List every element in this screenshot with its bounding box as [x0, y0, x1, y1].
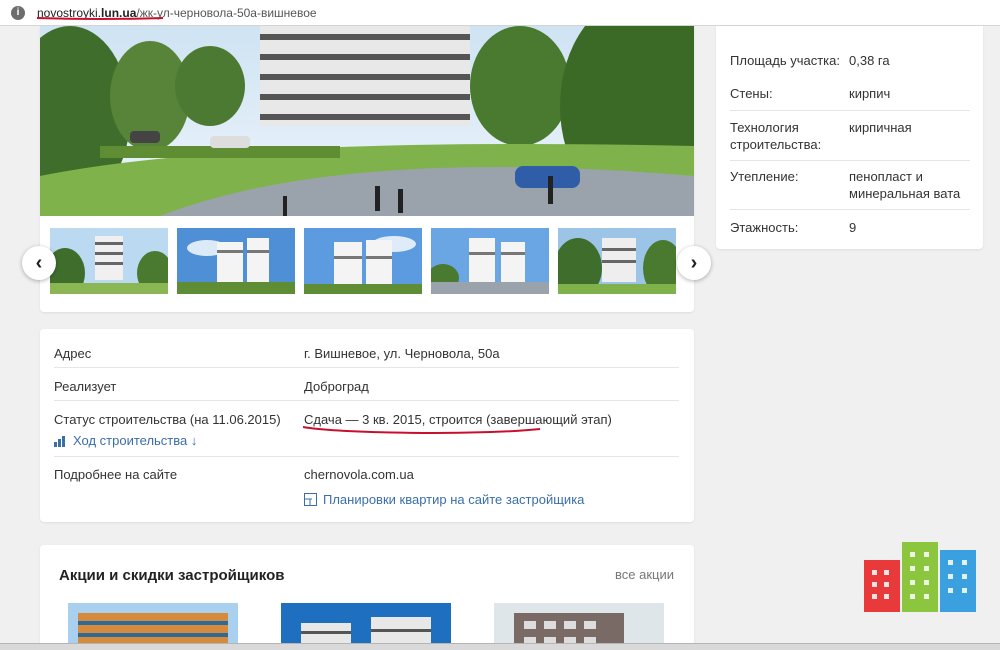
gallery-next-button[interactable]: ›: [677, 246, 711, 280]
info-icon[interactable]: i: [11, 5, 25, 20]
site-logo: [864, 542, 976, 612]
spec-label: Стены:: [730, 86, 773, 101]
thumbnail[interactable]: [304, 228, 422, 294]
developer-label: Реализует: [54, 379, 117, 394]
progress-link[interactable]: Ход строительства ↓: [54, 433, 197, 448]
status-red-underline: [302, 426, 541, 435]
spec-label: Площадь участка:: [730, 53, 840, 68]
thumbnail[interactable]: [177, 228, 295, 294]
info-row-address: Адрес г. Вишневое, ул. Черновола, 50а: [54, 329, 679, 368]
chevron-left-icon: ‹: [35, 251, 43, 274]
floor-plans-link-label: Планировки квартир на сайте застройщика: [323, 492, 585, 507]
taskbar-strip: [0, 643, 1000, 650]
website-label: Подробнее на сайте: [54, 467, 178, 482]
specs-card: Площадь участка: 0,38 га Стены: кирпич Т…: [716, 26, 983, 249]
thumbnail[interactable]: [558, 228, 676, 294]
promotions-card: Акции и скидки застройщиков все акции: [40, 545, 694, 650]
floor-plan-icon: [304, 493, 317, 506]
thumbnail-strip: [50, 228, 680, 294]
floor-plans-link[interactable]: Планировки квартир на сайте застройщика: [304, 492, 584, 507]
address-label: Адрес: [54, 346, 92, 361]
photo-gallery: ‹ ›: [22, 26, 711, 312]
spec-row: Этажность: 9: [730, 209, 970, 247]
address-value: г. Вишневое, ул. Черновола, 50а: [304, 346, 500, 361]
thumbnail[interactable]: [50, 228, 168, 294]
thumbnail[interactable]: [431, 228, 549, 294]
spec-label: Технология строительства:: [730, 120, 822, 152]
status-label: Статус строительства (на 11.06.2015): [54, 412, 281, 427]
spec-value: 0,38 га: [849, 53, 890, 68]
info-row-developer: Реализует Доброград: [54, 368, 679, 401]
website-link[interactable]: chernovola.com.ua: [304, 467, 414, 482]
info-row-website: Подробнее на сайте chernovola.com.ua Пла…: [54, 457, 679, 517]
bar-chart-icon: [54, 435, 65, 447]
url-red-underline: [36, 17, 164, 20]
spec-label: Утепление:: [730, 169, 799, 184]
gallery-prev-button[interactable]: ‹: [22, 246, 56, 280]
spec-value: кирпичная: [849, 120, 912, 135]
project-info-card: Адрес г. Вишневое, ул. Черновола, 50а Ре…: [40, 329, 694, 522]
progress-link-label: Ход строительства ↓: [73, 433, 198, 448]
spec-row: Утепление: пенопласт и минеральная вата: [730, 160, 970, 210]
address-bar[interactable]: i novostroyki.lun.ua/жк-ул-черновола-50а…: [0, 0, 1000, 26]
all-promotions-link[interactable]: все акции: [615, 567, 674, 582]
chevron-right-icon: ›: [690, 251, 698, 274]
info-row-status: Статус строительства (на 11.06.2015) Сда…: [54, 401, 679, 457]
hero-photo[interactable]: [40, 26, 694, 216]
spec-row: Стены: кирпич: [730, 76, 970, 110]
spec-value: 9: [849, 220, 857, 235]
spec-label: Этажность:: [730, 220, 799, 235]
promotions-title: Акции и скидки застройщиков: [59, 567, 285, 584]
spec-value: пенопласт и минеральная вата: [849, 169, 961, 201]
spec-row: Технология строительства: кирпичная: [730, 110, 970, 162]
spec-value: кирпич: [849, 86, 891, 101]
developer-link[interactable]: Доброград: [304, 379, 369, 394]
